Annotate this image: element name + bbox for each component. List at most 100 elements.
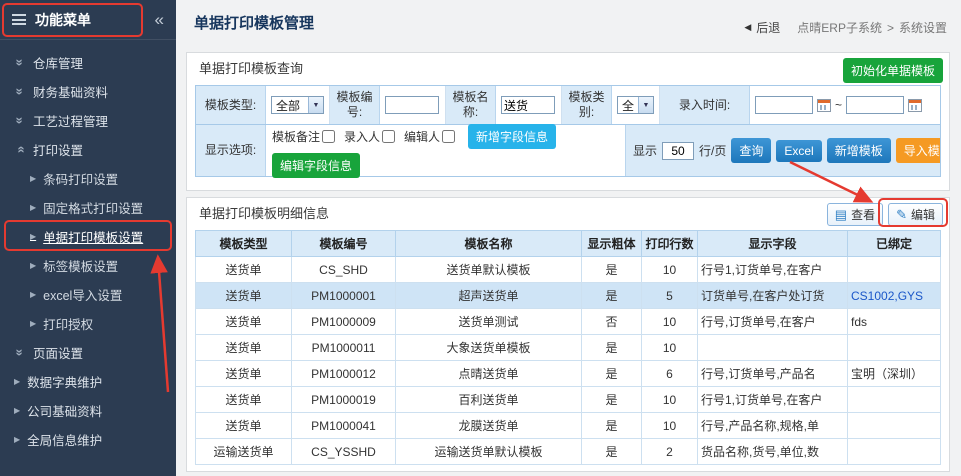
template-type-cell: 全部 ▼ <box>266 86 330 124</box>
template-category-label: 模板类别: <box>562 86 612 124</box>
init-template-button[interactable]: 初始化单据模板 <box>843 58 943 83</box>
cell-template-no: PM1000019 <box>292 387 396 413</box>
query-button[interactable]: 查询 <box>731 138 771 163</box>
cell-show-bold: 是 <box>582 387 642 413</box>
display-options-cell: 模板备注 录入人 编辑人 新增字段信息 编辑字段信息 <box>266 125 626 176</box>
cell-template-type: 送货单 <box>196 309 292 335</box>
cell-template-type: 送货单 <box>196 335 292 361</box>
sidebar-item-page-settings[interactable]: » 页面设置 <box>0 338 176 367</box>
table-row[interactable]: 送货单 PM1000041 龙膜送货单 是 10 行号,产品名称,规格,单 <box>196 413 941 439</box>
cell-display-fields: 行号,产品名称,规格,单 <box>698 413 848 439</box>
sidebar-item-warehouse[interactable]: » 仓库管理 <box>0 48 176 77</box>
detail-toolbar: ▤ 查看 ✎ 编辑 <box>827 203 943 226</box>
calendar-icon[interactable] <box>817 99 831 112</box>
excel-button[interactable]: Excel <box>776 140 821 162</box>
sidebar-item-doc-print-template[interactable]: ▶ 单据打印模板设置 <box>0 222 176 251</box>
breadcrumb-app[interactable]: 点晴ERP子系统 <box>797 19 882 36</box>
sidebar-item-process-mgmt[interactable]: » 工艺过程管理 <box>0 106 176 135</box>
query-form-row-2: 显示选项: 模板备注 录入人 编辑人 新增字段信息 编辑字段信息 <box>196 124 940 176</box>
table-row[interactable]: 送货单 PM1000009 送货单测试 否 10 行号,订货单号,在客户 fds <box>196 309 941 335</box>
sidebar-item-excel-import[interactable]: ▶ excel导入设置 <box>0 280 176 309</box>
collapse-sidebar-icon[interactable]: « <box>155 11 164 28</box>
back-arrow-icon: ◀ <box>744 22 751 33</box>
template-type-label: 模板类型: <box>196 86 266 124</box>
table-row[interactable]: 送货单 PM1000019 百利送货单 是 10 行号1,订货单号,在客户 <box>196 387 941 413</box>
template-type-select[interactable]: 全部 ▼ <box>271 96 324 114</box>
sidebar-item-fixed-format-print[interactable]: ▶ 固定格式打印设置 <box>0 193 176 222</box>
template-category-select[interactable]: 全 ▼ <box>617 96 654 114</box>
cell-display-fields: 行号,订货单号,在客户 <box>698 309 848 335</box>
cell-template-no: PM1000001 <box>292 283 396 309</box>
template-type-value: 全部 <box>276 97 300 114</box>
sidebar-item-label: 标签模板设置 <box>43 256 118 275</box>
col-header-template-no: 模板编号 <box>292 231 396 257</box>
back-link[interactable]: 后退 <box>756 19 780 36</box>
template-name-input[interactable] <box>501 96 555 114</box>
sidebar-item-print-settings[interactable]: » 打印设置 <box>0 135 176 164</box>
cell-template-no: PM1000012 <box>292 361 396 387</box>
view-button[interactable]: ▤ 查看 <box>827 203 883 226</box>
rows-per-page-input[interactable] <box>662 142 694 160</box>
cell-show-bold: 是 <box>582 335 642 361</box>
triangle-right-icon: ▶ <box>30 174 36 183</box>
sidebar-item-barcode-print[interactable]: ▶ 条码打印设置 <box>0 164 176 193</box>
cell-template-no: PM1000011 <box>292 335 396 361</box>
sidebar-item-company-basic[interactable]: ▶ 公司基础资料 <box>0 396 176 425</box>
col-header-bound: 已绑定 <box>848 231 941 257</box>
table-row[interactable]: 送货单 PM1000011 大象送货单模板 是 10 <box>196 335 941 361</box>
col-header-show-bold: 显示粗体 <box>582 231 642 257</box>
breadcrumb-page[interactable]: 系统设置 <box>899 19 947 36</box>
entry-person-checkbox[interactable] <box>382 130 395 143</box>
breadcrumb-separator: > <box>887 21 894 35</box>
sidebar-item-global-info[interactable]: ▶ 全局信息维护 <box>0 425 176 454</box>
template-table: 模板类型 模板编号 模板名称 显示粗体 打印行数 显示字段 已绑定 送货单 CS… <box>195 230 941 465</box>
editor-checkbox[interactable] <box>442 130 455 143</box>
sidebar-item-data-dictionary[interactable]: ▶ 数据字典维护 <box>0 367 176 396</box>
sidebar-item-label: 数据字典维护 <box>27 372 102 391</box>
edit-button[interactable]: ✎ 编辑 <box>888 203 943 226</box>
view-icon: ▤ <box>835 208 847 221</box>
detail-panel-header: 单据打印模板明细信息 ▤ 查看 ✎ 编辑 <box>187 198 949 230</box>
query-panel: 单据打印模板查询 初始化单据模板 模板类型: 全部 ▼ 模板编号: 模板名称: <box>186 52 950 191</box>
cell-template-name: 龙膜送货单 <box>396 413 582 439</box>
cell-bound <box>848 439 941 465</box>
edit-field-info-button[interactable]: 编辑字段信息 <box>272 153 360 178</box>
cell-print-rows: 6 <box>642 361 698 387</box>
template-table-body: 送货单 CS_SHD 送货单默认模板 是 10 行号1,订货单号,在客户 送货单… <box>196 257 941 465</box>
add-field-info-button[interactable]: 新增字段信息 <box>468 124 556 149</box>
template-name-label: 模板名称: <box>446 86 496 124</box>
cell-show-bold: 是 <box>582 257 642 283</box>
cell-template-name: 运输送货单默认模板 <box>396 439 582 465</box>
table-row[interactable]: 运输送货单 CS_YSSHD 运输送货单默认模板 是 2 货品名称,货号,单位,… <box>196 439 941 465</box>
template-no-label: 模板编号: <box>330 86 380 124</box>
table-row[interactable]: 送货单 PM1000001 超声送货单 是 5 订货单号,在客户处订货 CS10… <box>196 283 941 309</box>
sidebar-item-print-auth[interactable]: ▶ 打印授权 <box>0 309 176 338</box>
template-note-checkbox[interactable] <box>322 130 335 143</box>
col-header-template-name: 模板名称 <box>396 231 582 257</box>
cell-template-type: 送货单 <box>196 361 292 387</box>
table-row[interactable]: 送货单 PM1000012 点晴送货单 是 6 行号,订货单号,产品名 宝明（深… <box>196 361 941 387</box>
table-row[interactable]: 送货单 CS_SHD 送货单默认模板 是 10 行号1,订货单号,在客户 <box>196 257 941 283</box>
entry-time-to-input[interactable] <box>846 96 904 114</box>
show-label: 显示 <box>633 142 657 159</box>
paging-cell: 显示 行/页 查询 Excel 新增模板 导入模板 <box>626 125 940 176</box>
entry-time-from-input[interactable] <box>755 96 813 114</box>
calendar-icon[interactable] <box>908 99 922 112</box>
col-header-print-rows: 打印行数 <box>642 231 698 257</box>
chevron-double-down-icon: » <box>13 347 28 359</box>
view-button-label: 查看 <box>851 206 875 223</box>
checkbox-label-template-note: 模板备注 <box>272 128 320 145</box>
edit-button-label: 编辑 <box>911 206 935 223</box>
template-no-input[interactable] <box>385 96 439 114</box>
sidebar-item-finance-basic[interactable]: » 财务基础资料 <box>0 77 176 106</box>
cell-print-rows: 10 <box>642 309 698 335</box>
edit-pencil-icon: ✎ <box>896 208 907 221</box>
triangle-right-icon: ▶ <box>14 377 20 386</box>
checkbox-label-editor: 编辑人 <box>404 128 440 145</box>
cell-bound: CS1002,GYS <box>848 283 941 309</box>
breadcrumb: ◀ 后退 点晴ERP子系统 > 系统设置 <box>744 19 947 36</box>
cell-display-fields <box>698 335 848 361</box>
new-template-button[interactable]: 新增模板 <box>827 138 891 163</box>
import-template-button[interactable]: 导入模板 <box>896 138 940 163</box>
sidebar-item-label-template[interactable]: ▶ 标签模板设置 <box>0 251 176 280</box>
